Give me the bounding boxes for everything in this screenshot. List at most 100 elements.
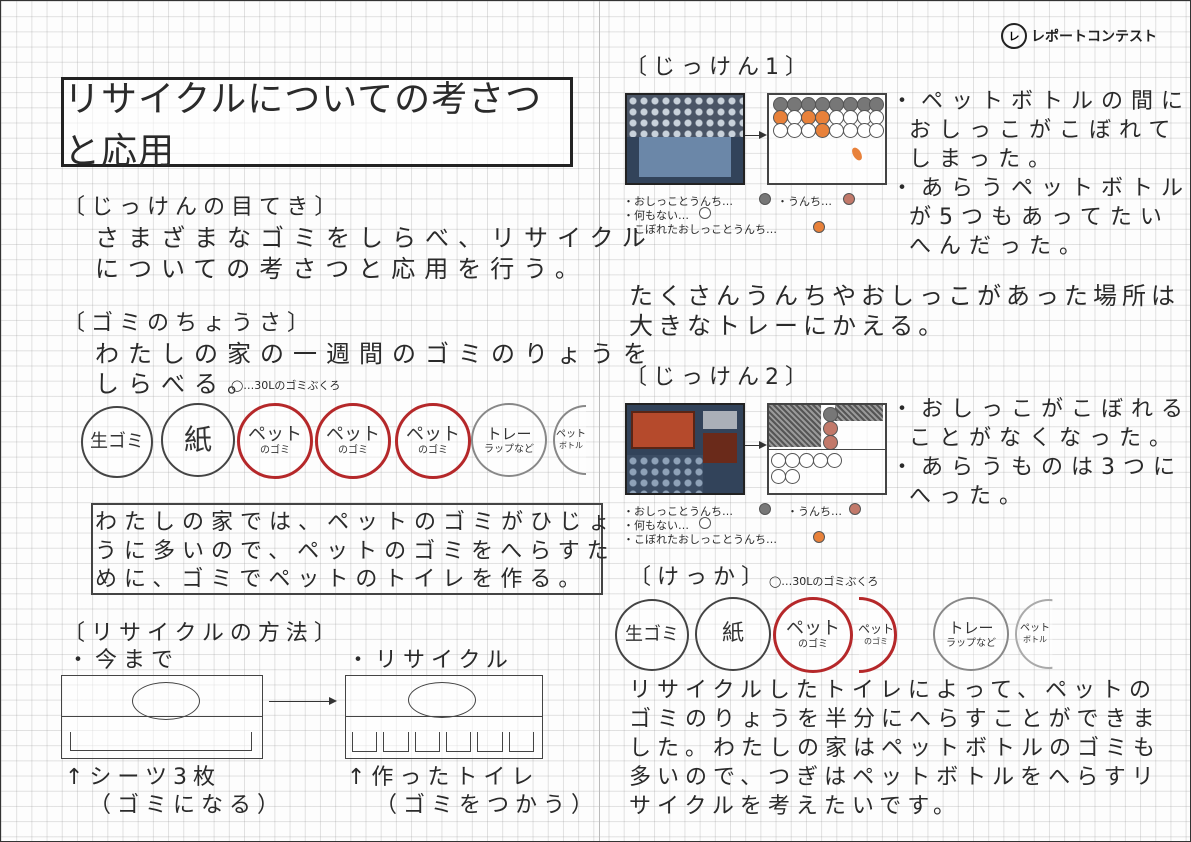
circle-label: トレー [486, 425, 532, 443]
circle-sublabel: のゴミ [338, 445, 368, 456]
bottle-caps [627, 455, 703, 493]
shaded-tray-area [835, 405, 883, 421]
crown-icon: レ [1001, 23, 1027, 49]
sheets-tray [70, 732, 252, 751]
exp1-diagram [767, 93, 887, 185]
small-tray [703, 411, 737, 429]
bottle-caps [627, 95, 743, 137]
after-label: ・リサイクル [347, 648, 514, 673]
note-line-3: めに、ゴミでペットのトイレを作る。 [95, 567, 588, 592]
large-tray [631, 411, 695, 449]
page-divider [599, 1, 600, 841]
circle-sublabel: ボトル [1023, 634, 1047, 644]
circle-label: 紙 [183, 423, 212, 456]
exp1-heading: 〔じっけん1〕 [625, 55, 813, 80]
circle-label: ペット [786, 618, 840, 639]
legend-dot-orange [813, 221, 825, 233]
survey-line-1: わたしの家の一週間のゴミのりょうを [95, 340, 656, 368]
legend-dot-white [699, 207, 711, 219]
survey-legend: ◯…30Lのゴミぶくろ [231, 379, 341, 392]
legend-dot-gray [759, 193, 771, 205]
exp1-note-2: おしっこがこぼれて [909, 118, 1179, 143]
circle-sublabel: のゴミ [260, 445, 290, 456]
method-heading: 〔リサイクルの方法〕 [63, 621, 342, 646]
exp2-note-3: ・あらうものは3つに [891, 455, 1183, 480]
legend-dot-white [699, 517, 711, 529]
result-circle-raw-garbage: 生ゴミ [615, 599, 689, 671]
exp2-note-4: へった。 [909, 484, 1030, 509]
purpose-line-1: さまざまなゴミをしらべ、リサイクル [95, 224, 655, 252]
page-title: リサイクルについての考さつと応用 [64, 79, 543, 172]
conclusion-line-3: した。わたしの家はペットボトルのゴミも [629, 736, 1162, 761]
exp2-note-2: ことがなくなった。 [909, 426, 1180, 451]
bottle-cells [352, 732, 534, 752]
before-caption-2: （ゴミになる） [89, 793, 286, 818]
survey-heading: 〔ゴミのちょうさ〕 [63, 311, 316, 336]
exp2-photo [625, 403, 745, 495]
exp2-heading: 〔じっけん2〕 [625, 365, 813, 390]
circle-label: トレー [948, 619, 994, 637]
sheet-line [62, 716, 262, 717]
circle-label: ペット [858, 621, 895, 636]
circle-pet-waste-2: ペット のゴミ [315, 403, 391, 479]
legend-poop: ・うんち… [777, 195, 832, 208]
exp2-diagram [767, 403, 887, 495]
circle-label: ペット [1020, 622, 1050, 634]
shaded-tray-area [769, 405, 821, 447]
circle-label: 生ゴミ [90, 431, 144, 452]
circle-label: ペット [248, 424, 302, 445]
circle-label: ペット [406, 424, 460, 445]
circle-sublabel: のゴミ [418, 445, 448, 456]
circle-label: ペット [556, 428, 586, 440]
pet-sketch [132, 682, 200, 720]
note-line-1: わたしの家では、ペットのゴミがひじょ [95, 510, 618, 535]
tray-sheet [639, 137, 731, 177]
exp1-note-3: しまった。 [909, 147, 1059, 172]
before-label: ・今まで [67, 648, 180, 673]
legend-dot-brown [849, 503, 861, 515]
after-diagram [345, 675, 543, 759]
circle-pet-bottle-half: ペット ボトル [553, 405, 586, 475]
exp1-photo [625, 93, 745, 185]
pet-sketch [408, 682, 476, 718]
result-circle-pet-waste: ペット のゴミ [773, 597, 853, 673]
contest-logo: レ レポートコンテスト [1001, 23, 1157, 49]
result-circle-paper: 紙 [695, 597, 771, 671]
exp1-note-5: が5つもあってたい [909, 205, 1170, 230]
exp1-note-4: ・あらうペットボトル [891, 176, 1191, 201]
result-legend: ◯…30Lのゴミぶくろ [769, 575, 879, 588]
conclusion-line-1: リサイクルしたトイレによって、ペットの [629, 678, 1158, 703]
legend-dot-gray [759, 503, 771, 515]
circle-sublabel: のゴミ [864, 636, 888, 646]
exp2-note-1: ・おしっこがこぼれる [891, 397, 1191, 422]
circle-tray-wrap: トレー ラップなど [471, 403, 547, 477]
title-box: リサイクルについての考さつと応用 [61, 77, 573, 172]
brown-tray [703, 433, 737, 463]
result-circle-pet-bottle-half: ペット ボトル [1015, 599, 1053, 669]
circle-sublabel: ラップなど [946, 638, 996, 649]
note-line-2: うに多いので、ペットのゴミをへらすた [95, 539, 616, 564]
circle-pet-waste-3: ペット のゴミ [395, 403, 471, 479]
circle-raw-garbage: 生ゴミ [81, 406, 153, 478]
mid-note-1: たくさんうんちやおしっこがあった場所は [629, 282, 1180, 310]
toilet-line [346, 716, 542, 717]
arrow-right-icon [269, 697, 337, 705]
circle-label: ペット [326, 424, 380, 445]
legend-dot-orange [813, 531, 825, 543]
circle-sublabel: ラップなど [484, 444, 534, 455]
logo-text: レポートコンテスト [1031, 29, 1157, 45]
exp1-note-1: ・ペットボトルの間に [891, 89, 1191, 114]
legend-spill: ・こぼれたおしっことうんち… [623, 223, 777, 236]
circle-label: 紙 [721, 621, 744, 646]
conclusion-line-5: サイクルを考えたいです。 [629, 794, 962, 819]
circle-pet-waste-1: ペット のゴミ [237, 403, 313, 479]
spill-mark [850, 145, 864, 163]
result-circle-tray-wrap: トレー ラップなど [933, 597, 1009, 671]
circle-sublabel: ボトル [559, 440, 583, 450]
legend-spill: ・こぼれたおしっことうんち… [623, 533, 777, 546]
legend-dot-brown [843, 193, 855, 205]
report-sheet: レ レポートコンテスト リサイクルについての考さつと応用 〔じっけんの目てき〕 … [0, 0, 1191, 842]
after-caption-2: （ゴミをつかう） [375, 793, 600, 818]
arrow-right-icon [745, 441, 767, 449]
purpose-heading: 〔じっけんの目てき〕 [63, 195, 343, 220]
